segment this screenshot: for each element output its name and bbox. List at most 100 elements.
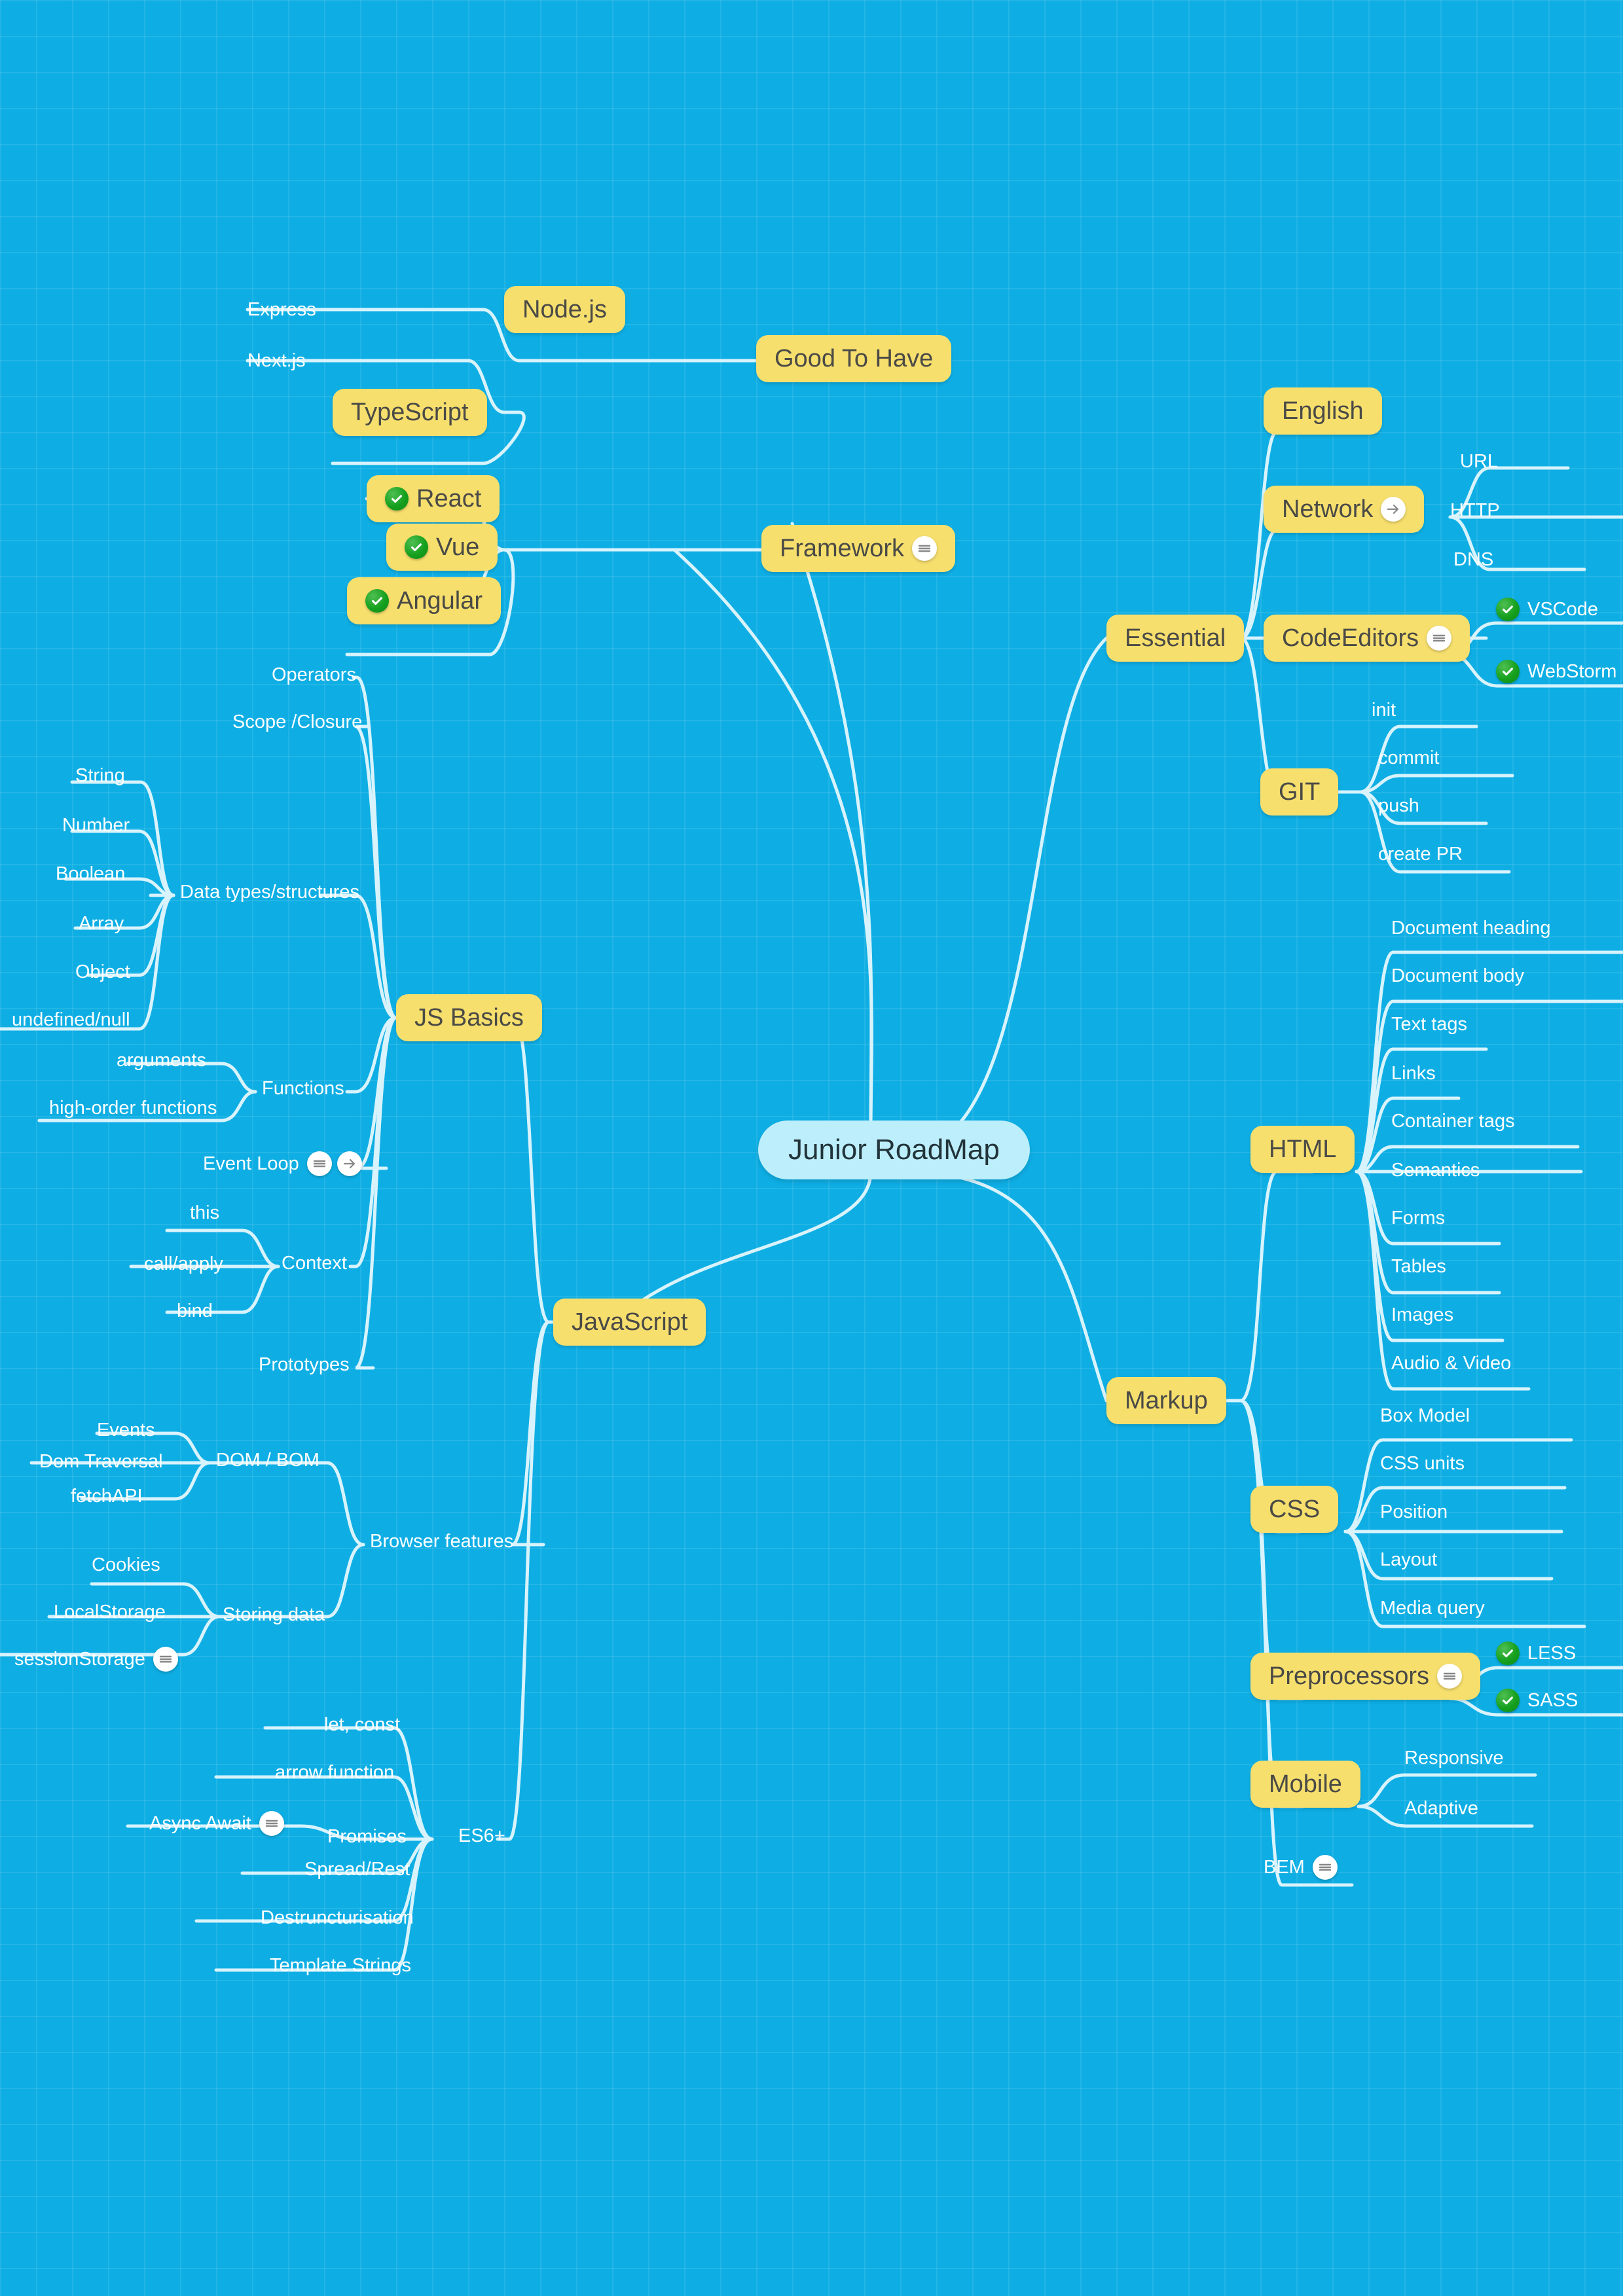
node-sass[interactable]: SASS (1496, 1685, 1578, 1715)
node-fetchapi[interactable]: fetchAPI (71, 1481, 143, 1511)
node-url[interactable]: URL (1460, 446, 1498, 476)
node-network[interactable]: Network (1264, 486, 1425, 533)
node-markup[interactable]: Markup (1106, 1377, 1226, 1424)
node-vscode[interactable]: VSCode (1496, 594, 1598, 624)
node-es6-plus[interactable]: ES6+ (458, 1821, 505, 1851)
node-operators[interactable]: Operators (272, 660, 356, 690)
node-git-create-pr[interactable]: create PR (1378, 839, 1463, 869)
node-react[interactable]: React (367, 475, 500, 522)
node-position[interactable]: Position (1380, 1497, 1448, 1527)
node-label: Images (1391, 1304, 1454, 1325)
node-typescript[interactable]: TypeScript (333, 389, 487, 436)
node-label: bind (177, 1300, 213, 1321)
node-async-await[interactable]: Async Await (149, 1808, 284, 1839)
node-bind[interactable]: bind (177, 1296, 213, 1326)
node-preprocessors[interactable]: Preprocessors (1250, 1653, 1480, 1700)
node-forms[interactable]: Forms (1391, 1203, 1445, 1233)
node-template-strings[interactable]: Template Strings (270, 1950, 411, 1981)
node-webstorm[interactable]: WebStorm (1496, 656, 1616, 687)
node-git-init[interactable]: init (1372, 695, 1396, 725)
node-scope-closure[interactable]: Scope /Closure (232, 707, 362, 737)
node-essential[interactable]: Essential (1106, 615, 1245, 662)
node-tables[interactable]: Tables (1391, 1251, 1446, 1282)
node-data-types-structures[interactable]: Data types/structures (180, 877, 359, 907)
node-label: DOM / BOM (216, 1449, 319, 1471)
node-angular[interactable]: Angular (347, 577, 501, 624)
node-sessionstorage[interactable]: sessionStorage (14, 1644, 178, 1674)
node-git-commit[interactable]: commit (1378, 743, 1439, 773)
node-links[interactable]: Links (1391, 1058, 1436, 1088)
node-js-basics[interactable]: JS Basics (396, 994, 542, 1041)
node-framework[interactable]: Framework (761, 525, 956, 572)
node-mobile[interactable]: Mobile (1250, 1761, 1360, 1808)
node-images[interactable]: Images (1391, 1300, 1453, 1330)
node-context[interactable]: Context (282, 1248, 347, 1278)
node-css[interactable]: CSS (1250, 1486, 1339, 1533)
node-dns[interactable]: DNS (1453, 545, 1493, 575)
node-git[interactable]: GIT (1260, 768, 1339, 816)
node-nodejs[interactable]: Node.js (504, 286, 625, 333)
node-label: this (190, 1202, 220, 1223)
node-javascript[interactable]: JavaScript (553, 1299, 706, 1346)
node-event-loop[interactable]: Event Loop (203, 1149, 362, 1179)
node-string[interactable]: String (75, 761, 125, 791)
menu-icon[interactable] (1312, 1855, 1338, 1880)
node-good-to-have[interactable]: Good To Have (756, 335, 952, 382)
node-container-tags[interactable]: Container tags (1391, 1106, 1515, 1136)
arrow-right-icon[interactable] (337, 1151, 362, 1176)
node-undefined-null[interactable]: undefined/null (12, 1005, 130, 1035)
node-this[interactable]: this (190, 1198, 219, 1228)
node-adaptive[interactable]: Adaptive (1404, 1793, 1478, 1823)
node-css-units[interactable]: CSS units (1380, 1448, 1465, 1479)
node-arrow-function[interactable]: arrow function (275, 1757, 394, 1787)
node-storing-data[interactable]: Storing data (223, 1600, 325, 1630)
menu-icon[interactable] (912, 536, 938, 561)
node-express[interactable]: Express (247, 295, 316, 325)
node-destructurisation[interactable]: Destruncturisation (261, 1903, 414, 1933)
node-spread-rest[interactable]: Spread/Rest (304, 1854, 410, 1884)
node-codeeditors[interactable]: CodeEditors (1264, 615, 1470, 662)
node-html[interactable]: HTML (1250, 1126, 1355, 1173)
node-prototypes[interactable]: Prototypes (259, 1350, 350, 1380)
arrow-right-icon[interactable] (1381, 497, 1406, 522)
node-functions[interactable]: Functions (262, 1073, 344, 1103)
menu-icon[interactable] (153, 1647, 178, 1672)
menu-icon[interactable] (259, 1811, 284, 1836)
node-responsive[interactable]: Responsive (1404, 1743, 1504, 1773)
node-localstorage[interactable]: LocalStorage (54, 1597, 166, 1627)
node-object[interactable]: Object (75, 957, 130, 987)
node-high-order-functions[interactable]: high-order functions (49, 1093, 217, 1123)
node-text-tags[interactable]: Text tags (1391, 1009, 1467, 1039)
node-arguments[interactable]: arguments (117, 1045, 206, 1075)
node-call-apply[interactable]: call/apply (144, 1249, 223, 1279)
node-number[interactable]: Number (62, 810, 130, 840)
node-events[interactable]: Events (97, 1415, 155, 1445)
node-bem[interactable]: BEM (1264, 1852, 1338, 1882)
node-array[interactable]: Array (79, 908, 124, 939)
node-browser-features[interactable]: Browser features (370, 1526, 513, 1556)
menu-icon[interactable] (1427, 626, 1452, 651)
node-document-body[interactable]: Document body (1391, 961, 1524, 991)
node-promises[interactable]: Promises (327, 1821, 407, 1852)
node-less[interactable]: LESS (1496, 1638, 1576, 1668)
node-semantics[interactable]: Semantics (1391, 1155, 1480, 1185)
node-box-model[interactable]: Box Model (1380, 1401, 1470, 1431)
node-http[interactable]: HTTP (1450, 495, 1500, 526)
root-node[interactable]: Junior RoadMap (758, 1121, 1030, 1179)
node-vue[interactable]: Vue (386, 524, 498, 571)
node-dom-traversal[interactable]: Dom Traversal (39, 1446, 163, 1477)
node-layout[interactable]: Layout (1380, 1545, 1437, 1575)
node-git-push[interactable]: push (1378, 791, 1419, 821)
node-english[interactable]: English (1264, 387, 1382, 435)
node-cookies[interactable]: Cookies (92, 1550, 160, 1580)
node-nextjs[interactable]: Next.js (247, 346, 306, 376)
node-let-const[interactable]: let, const (324, 1710, 400, 1740)
node-audio-video[interactable]: Audio & Video (1391, 1348, 1511, 1378)
node-media-query[interactable]: Media query (1380, 1593, 1485, 1623)
menu-icon[interactable] (306, 1151, 332, 1176)
node-boolean[interactable]: Boolean (56, 859, 125, 889)
menu-icon[interactable] (1436, 1664, 1462, 1689)
node-document-heading[interactable]: Document heading (1391, 913, 1550, 943)
node-dom-bom[interactable]: DOM / BOM (216, 1445, 319, 1475)
node-label: JavaScript (572, 1308, 688, 1336)
